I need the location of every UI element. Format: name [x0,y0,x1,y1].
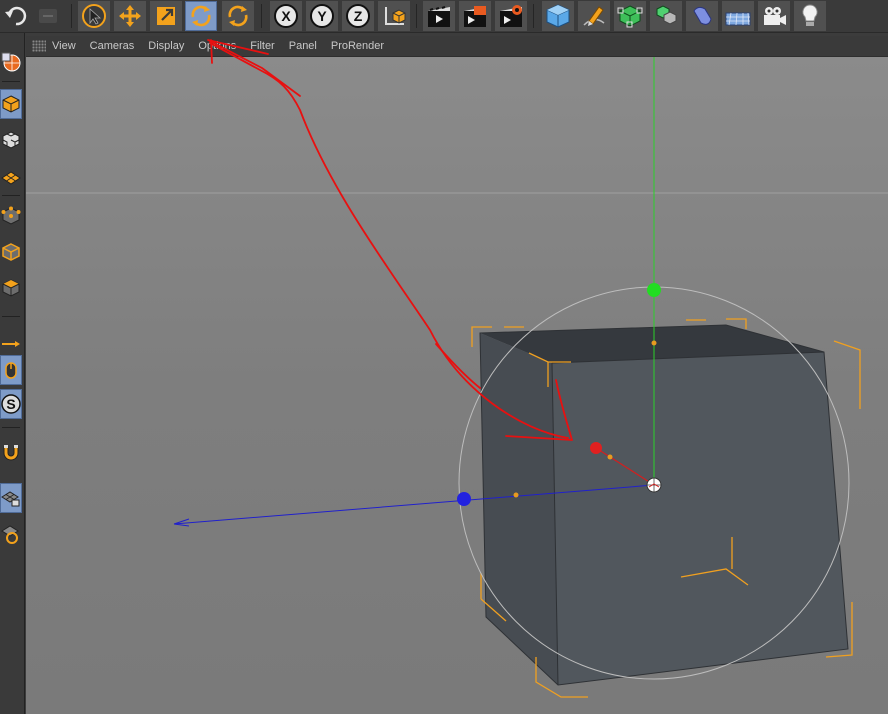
menu-cameras[interactable]: Cameras [90,40,135,52]
pen-spline-button[interactable] [578,1,610,31]
mode-palette: S [0,33,25,714]
object-origin-icon[interactable] [646,477,662,493]
polygons-mode-icon [2,279,20,297]
lock-x-label: X [281,8,291,24]
solo-button[interactable]: S [0,389,22,419]
pen-spline-icon [583,6,605,26]
light-button[interactable] [794,1,826,31]
z-scale-handle[interactable] [513,492,519,498]
scale-icon [157,7,175,25]
coordinate-system-icon [385,7,406,25]
cube-object[interactable] [479,324,849,686]
tweak-mode-button[interactable] [0,355,22,385]
cube-side-face [480,333,558,685]
coordinate-system-button[interactable] [378,1,410,31]
lock-z-button[interactable]: Z [342,1,374,31]
cube-front-face [552,352,848,685]
viewport-menubar: View Cameras Display Options Filter Pane… [26,36,888,57]
viewport-scene [26,57,888,698]
model-mode-button[interactable] [0,89,22,119]
z-axis-handle[interactable] [457,492,471,506]
lock-y-label: Y [317,8,327,24]
move-button[interactable] [114,1,146,31]
floor-icon [725,12,751,26]
deformer-icon [693,6,712,25]
array-button[interactable] [650,1,682,31]
menu-view[interactable]: View [52,40,76,52]
lock-z-icon: Z [346,4,370,28]
menu-filter[interactable]: Filter [250,40,274,52]
menu-panel[interactable]: Panel [289,40,317,52]
rotate-button[interactable] [185,1,217,31]
recent-tool-icon [228,5,248,27]
render-to-picture-viewer-button[interactable] [459,1,491,31]
recent-tool-button[interactable] [222,1,254,31]
tweak-mode-icon [5,362,17,379]
array-icon [656,5,677,25]
workplane-mode-button[interactable] [0,161,22,191]
quantize-icon [1,525,19,544]
menu-prorender[interactable]: ProRender [331,40,384,52]
lock-x-button[interactable]: X [270,1,302,31]
solo-icon: S [1,394,21,414]
live-selection-button[interactable] [78,1,110,31]
snapping-icon [3,445,19,461]
light-icon [802,4,818,26]
move-icon [119,5,141,27]
x-scale-handle[interactable] [607,454,613,460]
render-view-icon [428,6,450,27]
points-mode-button[interactable] [0,201,22,231]
floor-button[interactable] [722,1,754,31]
render-settings-button[interactable] [495,1,527,31]
edges-mode-button[interactable] [0,237,22,267]
deformer-button[interactable] [686,1,718,31]
edges-mode-icon [2,243,20,261]
enable-axis-icon [2,341,20,347]
cube-object-button[interactable] [542,1,574,31]
y-axis-handle[interactable] [647,283,661,297]
panel-grip-icon[interactable] [32,40,46,52]
solo-label: S [6,396,15,412]
perspective-viewport[interactable] [26,57,888,714]
lock-y-icon: Y [310,4,334,28]
points-mode-icon [1,206,21,225]
snapping-button[interactable] [0,437,22,467]
render-to-picture-viewer-icon [464,6,486,27]
menu-display[interactable]: Display [148,40,184,52]
make-editable-icon [1,52,21,72]
x-axis-handle[interactable] [590,442,602,454]
menu-options[interactable]: Options [198,40,236,52]
polygons-mode-button[interactable] [0,273,22,303]
main-toolbar: X Y Z [0,0,888,33]
texture-mode-icon [2,131,20,149]
subdivision-surface-button[interactable] [614,1,646,31]
lock-y-button[interactable]: Y [306,1,338,31]
rotate-icon [191,5,211,27]
render-settings-icon [500,5,522,27]
subdivision-surface-icon [617,5,643,28]
undo-button[interactable] [0,1,32,31]
workplane-lock-button[interactable] [0,483,22,513]
model-mode-icon [2,95,20,113]
live-selection-icon [82,4,106,28]
texture-mode-button[interactable] [0,125,22,155]
workplane-mode-icon [1,171,21,185]
render-view-button[interactable] [423,1,455,31]
redo-button[interactable] [32,1,64,31]
camera-icon [764,7,786,25]
quantize-button[interactable] [0,519,22,549]
lock-x-icon: X [274,4,298,28]
cube-object-icon [546,4,570,28]
workplane-lock-icon [1,491,20,507]
camera-button[interactable] [758,1,790,31]
make-editable-button[interactable] [0,47,22,77]
redo-icon [39,9,57,23]
lock-z-label: Z [354,8,363,24]
y-scale-handle[interactable] [651,340,657,346]
undo-icon [5,6,27,26]
scale-button[interactable] [150,1,182,31]
